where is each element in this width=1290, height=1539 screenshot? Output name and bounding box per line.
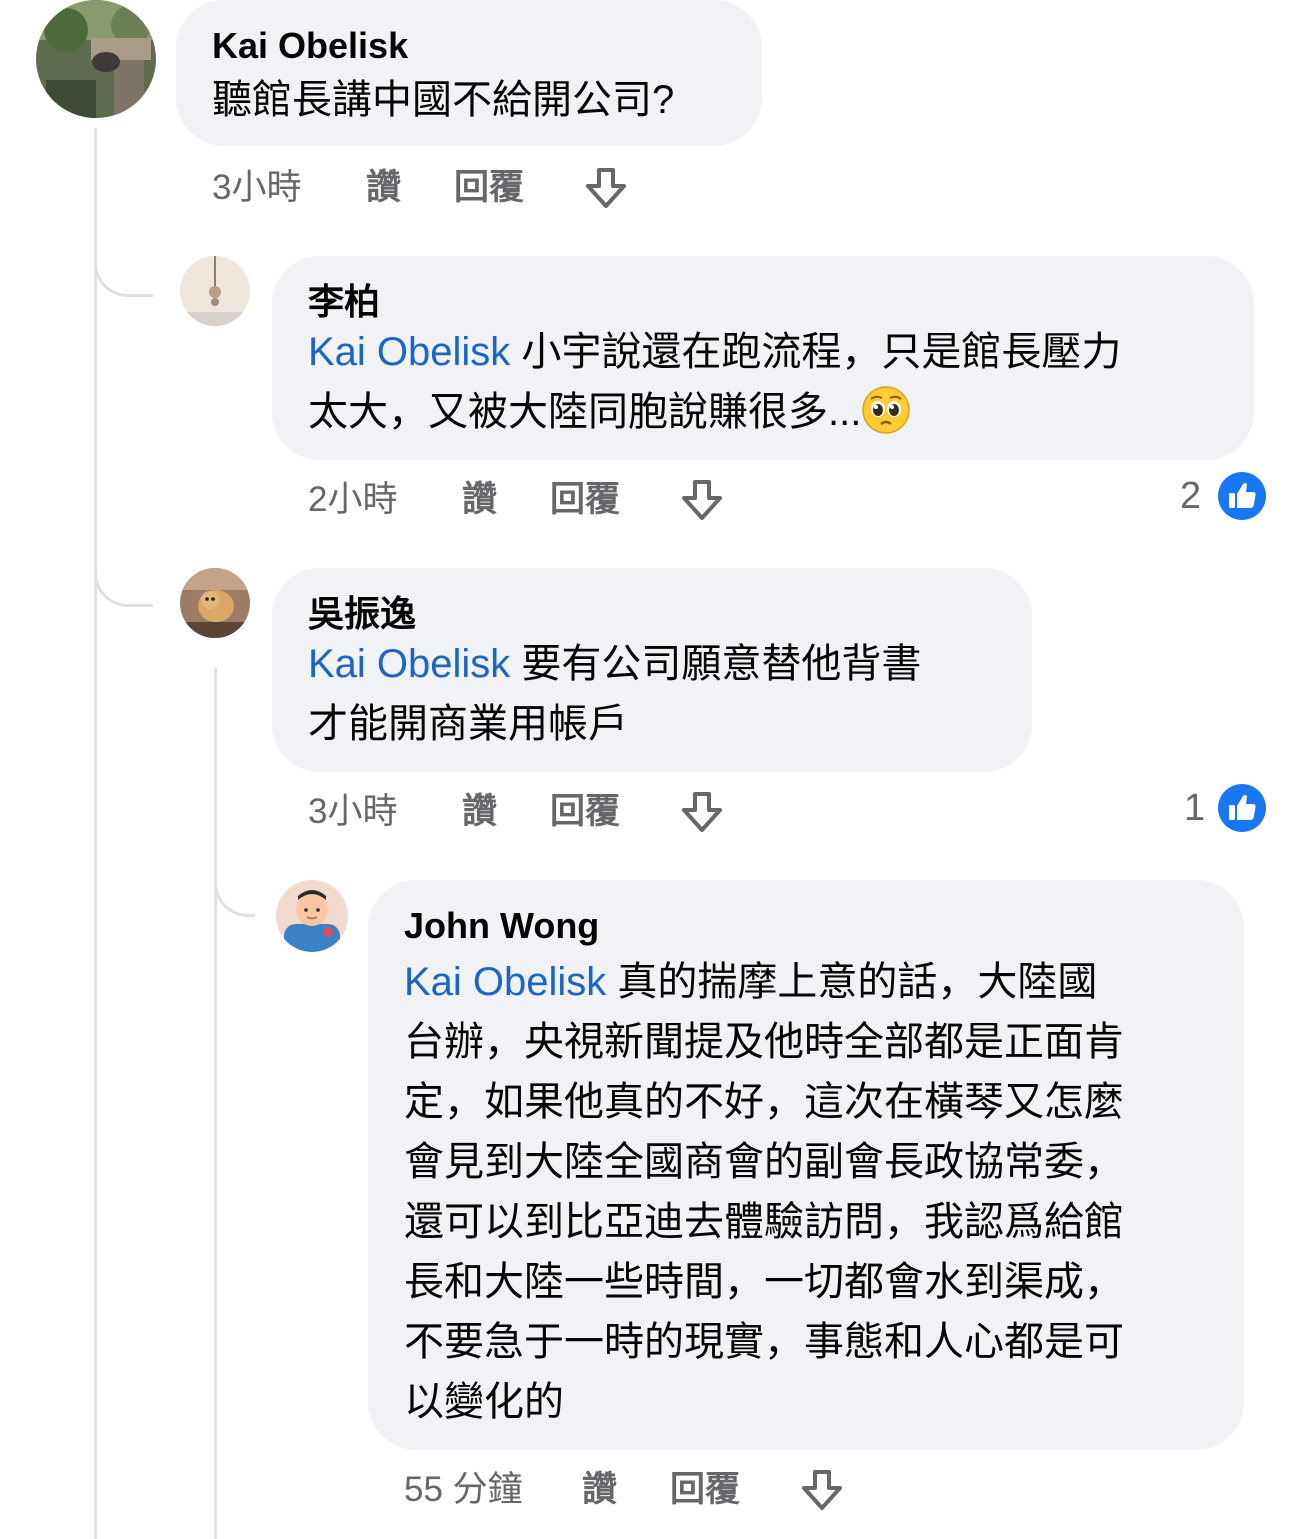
reply-button[interactable]: 回覆 — [550, 480, 620, 520]
like-button[interactable]: 讚 — [582, 1470, 617, 1510]
comment-text-line: 太大，又被大陸同胞說賺很多... — [308, 382, 911, 442]
thread-line-main — [94, 128, 97, 1539]
thread-line-nested — [214, 668, 217, 1539]
downvote-arrow-icon[interactable] — [582, 164, 630, 212]
comment-text: 還可以到比亞迪去體驗訪問，我認爲給館 — [404, 1200, 1124, 1244]
thread-branch-1 — [94, 250, 153, 297]
reaction-count[interactable]: 1 — [1184, 786, 1205, 830]
comment-author[interactable]: 李柏 — [308, 282, 380, 322]
comment-text: 會見到大陸全國商會的副會長政協常委， — [404, 1140, 1124, 1184]
comment-timestamp[interactable]: 2小時 — [308, 480, 397, 520]
comment-bubble-wu-zhenyi[interactable]: 吳振逸 Kai Obelisk 要有公司願意替他背書 才能開商業用帳戶 — [272, 568, 1032, 772]
comment-text: 太大，又被大陸同胞說賺很多... — [308, 390, 862, 434]
comment-text: 台辦，央視新聞提及他時全部都是正面肯 — [404, 1020, 1124, 1064]
comment-author[interactable]: 吳振逸 — [308, 594, 416, 634]
like-reaction-icon[interactable] — [1218, 472, 1266, 520]
like-button[interactable]: 讚 — [462, 480, 497, 520]
downvote-arrow-icon[interactable] — [678, 788, 726, 836]
pendant-avatar-icon — [180, 256, 250, 326]
comment-text-line: Kai Obelisk 真的揣摩上意的話，大陸國 — [404, 952, 1097, 1012]
like-reaction-icon[interactable] — [1218, 784, 1266, 832]
avatar-kai-obelisk[interactable] — [36, 0, 156, 118]
comment-text: 要有公司願意替他背書 — [510, 642, 922, 686]
comment-timestamp[interactable]: 55 分鐘 — [404, 1470, 523, 1510]
downvote-arrow-icon[interactable] — [798, 1466, 846, 1514]
mention-link[interactable]: Kai Obelisk — [404, 960, 606, 1004]
avatar-john-wong[interactable] — [276, 880, 348, 952]
cat-avatar-icon — [180, 568, 250, 638]
photo-avatar-icon — [36, 0, 156, 118]
reply-button[interactable]: 回覆 — [550, 792, 620, 832]
comment-text: 以變化的 — [404, 1380, 564, 1424]
downvote-arrow-icon[interactable] — [678, 476, 726, 524]
comment-text: 定，如果他真的不好，這次在橫琴又怎麼 — [404, 1080, 1124, 1124]
comment-author[interactable]: John Wong — [404, 906, 599, 946]
comment-text: 小宇說還在跑流程，只是館長壓力 — [510, 330, 1122, 374]
like-button[interactable]: 讚 — [462, 792, 497, 832]
comment-text: 真的揣摩上意的話，大陸國 — [606, 960, 1098, 1004]
comment-timestamp[interactable]: 3小時 — [212, 168, 301, 208]
comment-text: 聽館長講中國不給開公司? — [212, 78, 675, 122]
reply-button[interactable]: 回覆 — [454, 168, 524, 208]
like-button[interactable]: 讚 — [366, 168, 401, 208]
comment-timestamp[interactable]: 3小時 — [308, 792, 397, 832]
thread-branch-2 — [94, 560, 153, 607]
comment-text-line: Kai Obelisk 要有公司願意替他背書 — [308, 634, 921, 694]
mention-link[interactable]: Kai Obelisk — [308, 642, 510, 686]
avatar-li-bo[interactable] — [180, 256, 250, 326]
mention-link[interactable]: Kai Obelisk — [308, 330, 510, 374]
cartoon-man-avatar-icon — [276, 880, 348, 952]
comment-text: 長和大陸一些時間，一切都會水到渠成， — [404, 1260, 1124, 1304]
thread-branch-3 — [214, 870, 255, 917]
comment-text: 才能開商業用帳戶 — [308, 702, 628, 746]
comment-text: 不要急于一時的現實，事態和人心都是可 — [404, 1320, 1124, 1364]
comment-bubble-li-bo[interactable]: 李柏 Kai Obelisk 小宇說還在跑流程，只是館長壓力 太大，又被大陸同胞… — [272, 256, 1254, 460]
comment-text-line: Kai Obelisk 小宇說還在跑流程，只是館長壓力 — [308, 322, 1121, 382]
pleading-face-emoji-icon — [861, 385, 911, 435]
comment-author[interactable]: Kai Obelisk — [212, 26, 408, 66]
avatar-wu-zhenyi[interactable] — [180, 568, 250, 638]
reply-button[interactable]: 回覆 — [670, 1470, 740, 1510]
comment-bubble-kai-obelisk[interactable]: Kai Obelisk 聽館長講中國不給開公司? — [176, 0, 762, 146]
reaction-count[interactable]: 2 — [1180, 474, 1201, 518]
comment-bubble-john-wong[interactable]: John Wong Kai Obelisk 真的揣摩上意的話，大陸國 台辦，央視… — [368, 880, 1244, 1450]
